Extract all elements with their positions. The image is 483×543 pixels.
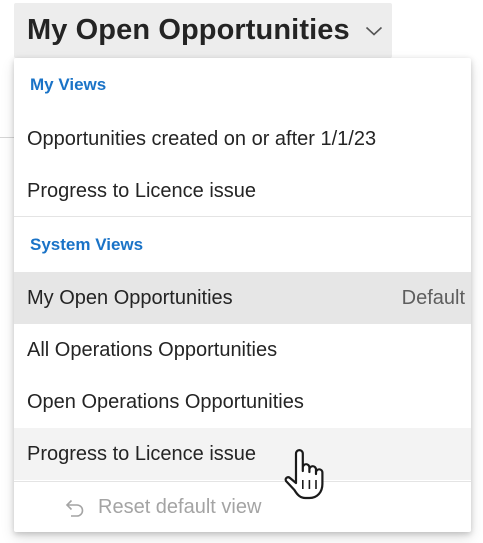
reset-default-view-label: Reset default view — [98, 495, 262, 518]
menu-item-label: Open Operations Opportunities — [27, 390, 304, 413]
menu-item-all-operations-opportunities[interactable]: All Operations Opportunities — [14, 324, 471, 376]
menu-item-label: Progress to Licence issue — [27, 179, 257, 202]
section-divider — [14, 216, 471, 217]
section-header-system-views: System Views — [30, 235, 144, 254]
menu-item-label: All Operations Opportunities — [27, 338, 278, 361]
hand-pointer-icon — [284, 449, 324, 500]
menu-item-progress-to-licence-system-view[interactable]: Progress to Licence issue — [14, 428, 471, 480]
undo-icon — [65, 499, 84, 517]
view-selector-title: My Open Opportunities — [27, 14, 350, 46]
menu-item-open-operations-opportunities[interactable]: Open Operations Opportunities — [14, 376, 471, 428]
view-selector-button[interactable]: My Open Opportunities — [14, 3, 392, 58]
menu-item-progress-to-licence-my-view[interactable]: Progress to Licence issue — [14, 165, 471, 217]
default-badge: Default — [401, 286, 465, 309]
reset-default-view-button[interactable]: Reset default view — [14, 482, 471, 532]
menu-item-label: Opportunities created on or after 1/1/23 — [27, 127, 377, 150]
chevron-down-icon — [365, 26, 383, 36]
menu-item-opportunities-created-after[interactable]: Opportunities created on or after 1/1/23 — [14, 113, 471, 165]
menu-item-my-open-opportunities[interactable]: My Open Opportunities Default — [14, 272, 471, 324]
menu-item-label: My Open Opportunities — [27, 286, 233, 309]
menu-item-label: Progress to Licence issue — [27, 442, 257, 465]
view-selector-dropdown: My Views Opportunities created on or aft… — [14, 58, 471, 532]
section-header-my-views: My Views — [30, 75, 107, 94]
background-divider — [0, 137, 14, 138]
